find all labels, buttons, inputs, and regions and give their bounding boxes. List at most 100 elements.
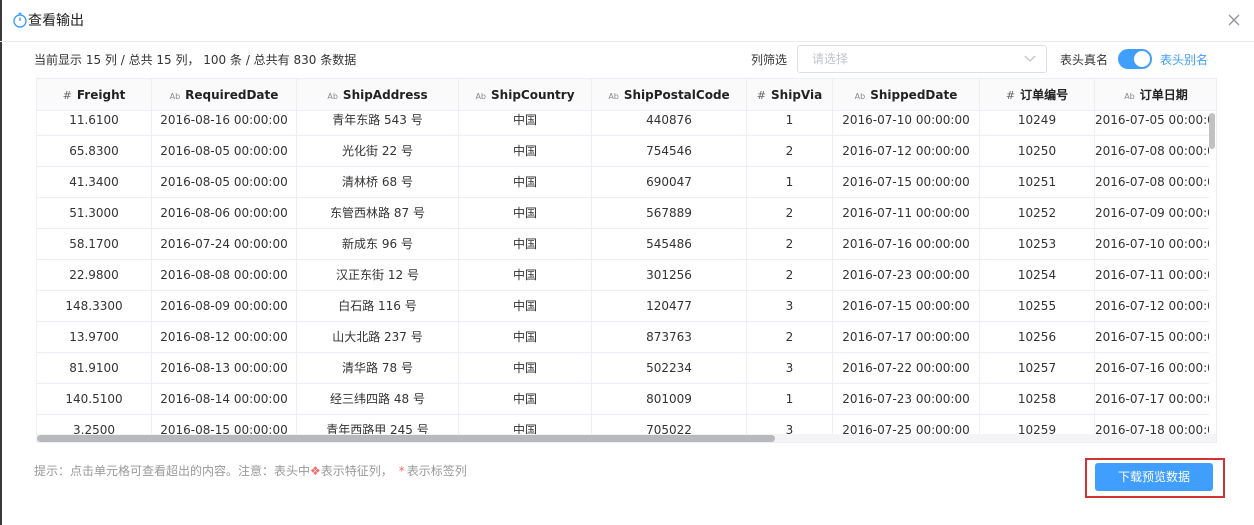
table-cell[interactable]: 2016-07-15 00:00:00 [833, 291, 980, 321]
table-cell[interactable]: 2016-07-25 00:00:00 [833, 415, 980, 434]
table-cell[interactable]: 2016-07-16 00:00:00 [833, 229, 980, 259]
table-cell[interactable]: 清华路 78 号 [297, 353, 459, 383]
table-cell[interactable]: 青年东路 543 号 [297, 111, 459, 135]
table-cell[interactable]: 22.9800 [37, 260, 152, 290]
table-cell[interactable]: 2016-08-15 00:00:00 [152, 415, 297, 434]
table-cell[interactable]: 汉正东街 12 号 [297, 260, 459, 290]
vertical-scroll-thumb[interactable] [1209, 113, 1215, 149]
table-cell[interactable]: 2016-08-16 00:00:00 [152, 111, 297, 135]
table-cell[interactable]: 705022 [592, 415, 747, 434]
table-cell[interactable]: 502234 [592, 353, 747, 383]
table-cell[interactable]: 中国 [459, 322, 592, 352]
table-cell[interactable]: 东管西林路 87 号 [297, 198, 459, 228]
table-cell[interactable]: 3 [747, 291, 833, 321]
table-cell[interactable]: 2016-07-24 00:00:00 [152, 229, 297, 259]
table-cell[interactable]: 873763 [592, 322, 747, 352]
table-cell[interactable]: 2016-08-13 00:00:00 [152, 353, 297, 383]
table-cell[interactable]: 10257 [980, 353, 1095, 383]
table-cell[interactable]: 新成东 96 号 [297, 229, 459, 259]
table-cell[interactable]: 754546 [592, 136, 747, 166]
table-cell[interactable]: 中国 [459, 136, 592, 166]
column-header[interactable]: Ab RequiredDate [152, 79, 297, 111]
table-cell[interactable]: 2 [747, 260, 833, 290]
table-cell[interactable]: 690047 [592, 167, 747, 197]
table-cell[interactable]: 10251 [980, 167, 1095, 197]
table-cell[interactable]: 2016-07-23 00:00:00 [833, 260, 980, 290]
table-cell[interactable]: 51.3000 [37, 198, 152, 228]
table-cell[interactable]: 41.3400 [37, 167, 152, 197]
table-cell[interactable]: 10253 [980, 229, 1095, 259]
table-cell[interactable]: 2016-07-11 00:00:00 [1095, 260, 1209, 290]
column-header[interactable]: Ab ShipPostalCode [592, 79, 747, 111]
table-cell[interactable]: 10258 [980, 384, 1095, 414]
table-cell[interactable]: 中国 [459, 353, 592, 383]
table-cell[interactable]: 2016-07-08 00:00:00 [1095, 136, 1209, 166]
table-cell[interactable]: 2016-08-12 00:00:00 [152, 322, 297, 352]
column-header[interactable]: Ab ShippedDate [833, 79, 980, 111]
table-cell[interactable]: 2016-07-16 00:00:00 [1095, 353, 1209, 383]
table-cell[interactable]: 10254 [980, 260, 1095, 290]
table-cell[interactable]: 清林桥 68 号 [297, 167, 459, 197]
table-cell[interactable]: 545486 [592, 229, 747, 259]
table-cell[interactable]: 2016-07-17 00:00:00 [833, 322, 980, 352]
table-cell[interactable]: 2016-07-10 00:00:00 [1095, 229, 1209, 259]
table-cell[interactable]: 2016-07-15 00:00:00 [833, 167, 980, 197]
table-cell[interactable]: 2016-08-14 00:00:00 [152, 384, 297, 414]
table-cell[interactable]: 2016-08-09 00:00:00 [152, 291, 297, 321]
table-cell[interactable]: 10255 [980, 291, 1095, 321]
table-cell[interactable]: 81.9100 [37, 353, 152, 383]
table-cell[interactable]: 2016-07-15 00:00:00 [1095, 322, 1209, 352]
table-cell[interactable]: 中国 [459, 384, 592, 414]
column-filter-select[interactable]: 请选择 [797, 45, 1047, 73]
table-cell[interactable]: 10256 [980, 322, 1095, 352]
table-cell[interactable]: 13.9700 [37, 322, 152, 352]
table-cell[interactable]: 2016-07-18 00:00:00 [1095, 415, 1209, 434]
table-cell[interactable]: 2016-07-09 00:00:00 [1095, 198, 1209, 228]
table-cell[interactable]: 青年西路甲 245 号 [297, 415, 459, 434]
table-cell[interactable]: 301256 [592, 260, 747, 290]
table-cell[interactable]: 中国 [459, 260, 592, 290]
table-cell[interactable]: 3 [747, 415, 833, 434]
table-cell[interactable]: 2016-07-11 00:00:00 [833, 198, 980, 228]
table-cell[interactable]: 2016-07-12 00:00:00 [1095, 291, 1209, 321]
table-cell[interactable]: 1 [747, 111, 833, 135]
close-icon[interactable] [1226, 12, 1242, 28]
table-cell[interactable]: 3 [747, 353, 833, 383]
column-header[interactable]: # ShipVia [747, 79, 833, 111]
table-cell[interactable]: 2016-07-10 00:00:00 [833, 111, 980, 135]
table-cell[interactable]: 2016-08-08 00:00:00 [152, 260, 297, 290]
table-cell[interactable]: 1 [747, 384, 833, 414]
column-header[interactable]: Ab 订单日期 [1095, 79, 1216, 111]
table-cell[interactable]: 2 [747, 136, 833, 166]
table-cell[interactable]: 3.2500 [37, 415, 152, 434]
table-cell[interactable]: 中国 [459, 167, 592, 197]
table-cell[interactable]: 10252 [980, 198, 1095, 228]
table-cell[interactable]: 2 [747, 322, 833, 352]
download-preview-button[interactable]: 下载预览数据 [1095, 463, 1213, 491]
table-cell[interactable]: 1 [747, 167, 833, 197]
table-cell[interactable]: 140.5100 [37, 384, 152, 414]
table-cell[interactable]: 光化街 22 号 [297, 136, 459, 166]
table-cell[interactable]: 2 [747, 229, 833, 259]
table-cell[interactable]: 10259 [980, 415, 1095, 434]
table-cell[interactable]: 58.1700 [37, 229, 152, 259]
table-cell[interactable]: 2016-07-23 00:00:00 [833, 384, 980, 414]
table-cell[interactable]: 120477 [592, 291, 747, 321]
table-cell[interactable]: 中国 [459, 111, 592, 135]
table-cell[interactable]: 148.3300 [37, 291, 152, 321]
table-cell[interactable]: 567889 [592, 198, 747, 228]
header-name-toggle[interactable] [1118, 49, 1152, 69]
table-cell[interactable]: 2016-08-05 00:00:00 [152, 167, 297, 197]
table-cell[interactable]: 2016-07-17 00:00:00 [1095, 384, 1209, 414]
table-cell[interactable]: 山大北路 237 号 [297, 322, 459, 352]
table-cell[interactable]: 10249 [980, 111, 1095, 135]
table-cell[interactable]: 中国 [459, 291, 592, 321]
table-cell[interactable]: 白石路 116 号 [297, 291, 459, 321]
table-cell[interactable]: 2016-07-22 00:00:00 [833, 353, 980, 383]
table-cell[interactable]: 2016-07-12 00:00:00 [833, 136, 980, 166]
table-cell[interactable]: 65.8300 [37, 136, 152, 166]
table-cell[interactable]: 2016-07-05 00:00:00 [1095, 111, 1209, 135]
column-header[interactable]: Ab ShipCountry [459, 79, 592, 111]
table-cell[interactable]: 中国 [459, 229, 592, 259]
horizontal-scroll-thumb[interactable] [37, 435, 775, 442]
